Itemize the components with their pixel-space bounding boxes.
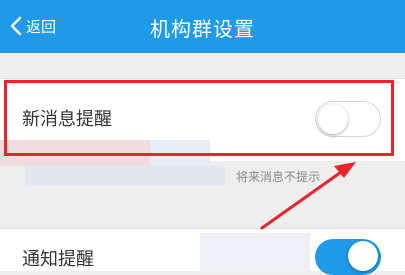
blurred-area — [200, 233, 310, 271]
notification-label: 通知提醒 — [22, 249, 94, 270]
navbar: 返回 机构群设置 — [0, 0, 405, 53]
toggle-knob — [318, 104, 348, 134]
toggle-knob — [348, 241, 378, 271]
new-message-toggle[interactable] — [315, 101, 381, 137]
new-message-label: 新消息提醒 — [22, 109, 112, 130]
notification-setting-row: 通知提醒 — [0, 228, 405, 275]
hint-text: 将来消息不提示 — [236, 170, 321, 184]
hint-row: 将来消息不提示 — [0, 160, 405, 190]
blurred-area — [25, 166, 225, 186]
page-title: 机构群设置 — [150, 17, 255, 41]
